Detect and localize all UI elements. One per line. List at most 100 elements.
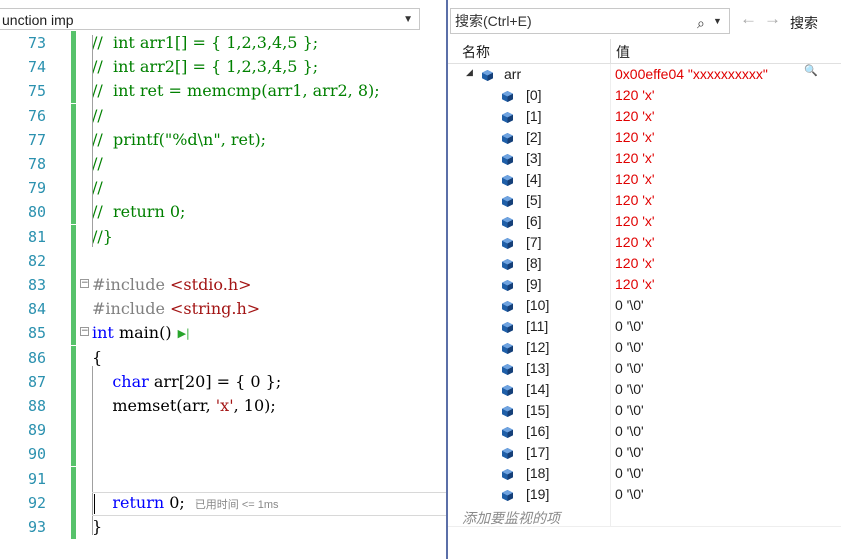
watch-row[interactable]: [8] 120 'x' — [448, 253, 841, 274]
dropdown-arrow-icon[interactable]: ▼ — [403, 9, 413, 31]
fold-collapse-icon[interactable]: − — [80, 327, 89, 337]
watch-row[interactable]: [2] 120 'x' — [448, 127, 841, 148]
watch-row[interactable]: [4] 120 'x' — [448, 169, 841, 190]
watch-row[interactable]: [5] 120 'x' — [448, 190, 841, 211]
watch-item-name[interactable]: [17] — [526, 444, 549, 460]
code-text[interactable]: // int ret = memcmp(arr1, arr2, 8); — [92, 79, 380, 103]
collapse-triangle-icon[interactable]: ◢ — [466, 67, 473, 78]
watch-row[interactable]: [9] 120 'x' — [448, 274, 841, 295]
watch-item-value[interactable]: 0 '\0' — [615, 297, 644, 313]
watch-row[interactable]: [0] 120 'x' — [448, 85, 841, 106]
watch-item-value[interactable]: 0 '\0' — [615, 465, 644, 481]
code-text[interactable]: // int arr1[] = { 1,2,3,4,5 }; — [92, 31, 318, 55]
watch-item-name[interactable]: [12] — [526, 339, 549, 355]
watch-item-name[interactable]: arr — [504, 66, 521, 82]
watch-item-value[interactable]: 0 '\0' — [615, 360, 644, 376]
watch-item-name[interactable]: [15] — [526, 402, 549, 418]
watch-item-name[interactable]: [14] — [526, 381, 549, 397]
code-line[interactable]: 73 // int arr1[] = { 1,2,3,4,5 }; — [0, 31, 446, 55]
watch-item-name[interactable]: [7] — [526, 234, 542, 250]
watch-item-value[interactable]: 120 'x' — [615, 150, 655, 166]
watch-item-value[interactable]: 120 'x' — [615, 234, 655, 250]
code-text[interactable]: memset(arr, 'x', 10); — [92, 394, 275, 418]
watch-row[interactable]: [15] 0 '\0' — [448, 400, 841, 421]
search-previous-arrow-icon[interactable]: ← — [740, 9, 757, 29]
watch-row[interactable]: [17] 0 '\0' — [448, 442, 841, 463]
watch-item-value[interactable]: 0 '\0' — [615, 339, 644, 355]
code-text[interactable]: // — [92, 104, 103, 128]
watch-item-name[interactable]: [6] — [526, 213, 542, 229]
watch-item-name[interactable]: [13] — [526, 360, 549, 376]
code-line[interactable]: 78 // — [0, 152, 446, 176]
watch-item-name[interactable]: [3] — [526, 150, 542, 166]
watch-item-name[interactable]: [5] — [526, 192, 542, 208]
code-line[interactable]: 76 // — [0, 103, 446, 128]
watch-item-value[interactable]: 120 'x' — [615, 171, 655, 187]
column-divider[interactable] — [610, 39, 611, 63]
search-icon[interactable]: ⌕ — [697, 11, 705, 35]
watch-row[interactable]: [19] 0 '\0' — [448, 484, 841, 505]
watch-row[interactable]: [14] 0 '\0' — [448, 379, 841, 400]
code-line[interactable]: 79 // — [0, 176, 446, 201]
magnifier-visualizer-icon[interactable]: 🔍 — [804, 64, 818, 77]
watch-item-value[interactable]: 120 'x' — [615, 192, 655, 208]
watch-row[interactable]: [1] 120 'x' — [448, 106, 841, 127]
watch-row[interactable]: [16] 0 '\0' — [448, 421, 841, 442]
watch-item-value[interactable]: 120 'x' — [615, 108, 655, 124]
watch-item-value[interactable]: 0 '\0' — [615, 486, 644, 502]
code-text[interactable]: //} — [92, 225, 113, 249]
watch-row[interactable]: [18] 0 '\0' — [448, 463, 841, 484]
watch-item-value[interactable]: 0 '\0' — [615, 423, 644, 439]
code-line[interactable]: 75 // int ret = memcmp(arr1, arr2, 8); — [0, 79, 446, 104]
watch-item-name[interactable]: [18] — [526, 465, 549, 481]
code-line[interactable]: 83 − #include <stdio.h> — [0, 273, 446, 297]
watch-item-value[interactable]: 120 'x' — [615, 87, 655, 103]
code-line[interactable]: 81 //} — [0, 224, 446, 249]
code-text[interactable]: // — [92, 152, 103, 176]
search-next-arrow-icon[interactable]: → — [764, 9, 781, 29]
run-to-click-icon[interactable]: ▶| — [178, 322, 190, 346]
code-text[interactable]: // printf("%d\n", ret); — [92, 128, 266, 152]
code-line[interactable]: 93} — [0, 515, 446, 539]
code-line[interactable]: 74 // int arr2[] = { 1,2,3,4,5 }; — [0, 55, 446, 80]
watch-item-name[interactable]: [10] — [526, 297, 549, 313]
watch-item-value[interactable]: 120 'x' — [615, 276, 655, 292]
watch-row[interactable]: [13] 0 '\0' — [448, 358, 841, 379]
watch-item-value[interactable]: 0x00effe04 "xxxxxxxxxx" — [615, 66, 768, 82]
watch-item-name[interactable]: [8] — [526, 255, 542, 271]
search-options-dropdown-icon[interactable]: ▼ — [713, 9, 722, 33]
watch-item-name[interactable]: [0] — [526, 87, 542, 103]
code-editor[interactable]: unction imp ▼ 73 // int arr1[] = { 1,2,3,… — [0, 0, 446, 559]
fold-collapse-icon[interactable]: − — [80, 279, 89, 288]
code-line[interactable]: 77 // printf("%d\n", ret); — [0, 127, 446, 152]
code-line[interactable]: 88 memset(arr, 'x', 10); — [0, 394, 446, 418]
code-text[interactable]: #include <stdio.h> — [92, 273, 252, 297]
code-line[interactable]: 89 — [0, 418, 446, 443]
code-text[interactable]: // int arr2[] = { 1,2,3,4,5 }; — [92, 55, 318, 79]
watch-row[interactable]: [6] 120 'x' — [448, 211, 841, 232]
code-line[interactable]: 82 — [0, 248, 446, 273]
watch-search-input[interactable]: 搜索(Ctrl+E) ⌕ ▼ — [450, 8, 730, 34]
search-depth-label[interactable]: 搜索 — [790, 13, 818, 33]
watch-item-name[interactable]: [19] — [526, 486, 549, 502]
watch-row[interactable]: [12] 0 '\0' — [448, 337, 841, 358]
code-line[interactable]: 80 // return 0; — [0, 200, 446, 225]
watch-row-root[interactable]: ◢ arr 0x00effe04 "xxxxxxxxxx" 🔍 — [448, 64, 841, 85]
code-text[interactable]: int main() ▶| — [92, 321, 190, 346]
code-text[interactable]: // — [92, 176, 103, 200]
code-line[interactable]: 86 { — [0, 345, 446, 370]
watch-row[interactable]: [11] 0 '\0' — [448, 316, 841, 337]
code-line[interactable]: 87 char arr[20] = { 0 }; — [0, 369, 446, 394]
watch-item-value[interactable]: 0 '\0' — [615, 444, 644, 460]
code-text[interactable]: // return 0; — [92, 200, 185, 224]
column-header-value[interactable]: 值 — [616, 42, 630, 62]
watch-window[interactable]: 搜索(Ctrl+E) ⌕ ▼ ← → 搜索 名称 值 ◢ arr 0x00effe0… — [448, 0, 841, 559]
watch-item-name[interactable]: [4] — [526, 171, 542, 187]
function-navigation-dropdown[interactable]: unction imp ▼ — [0, 8, 420, 30]
code-line[interactable]: 90 — [0, 442, 446, 467]
watch-item-name[interactable]: [2] — [526, 129, 542, 145]
code-line[interactable]: 84 #include <string.h> — [0, 297, 446, 322]
code-text[interactable]: #include <string.h> — [92, 297, 260, 321]
add-watch-item-placeholder[interactable]: 添加要监视的项 — [462, 508, 560, 528]
watch-item-name[interactable]: [16] — [526, 423, 549, 439]
